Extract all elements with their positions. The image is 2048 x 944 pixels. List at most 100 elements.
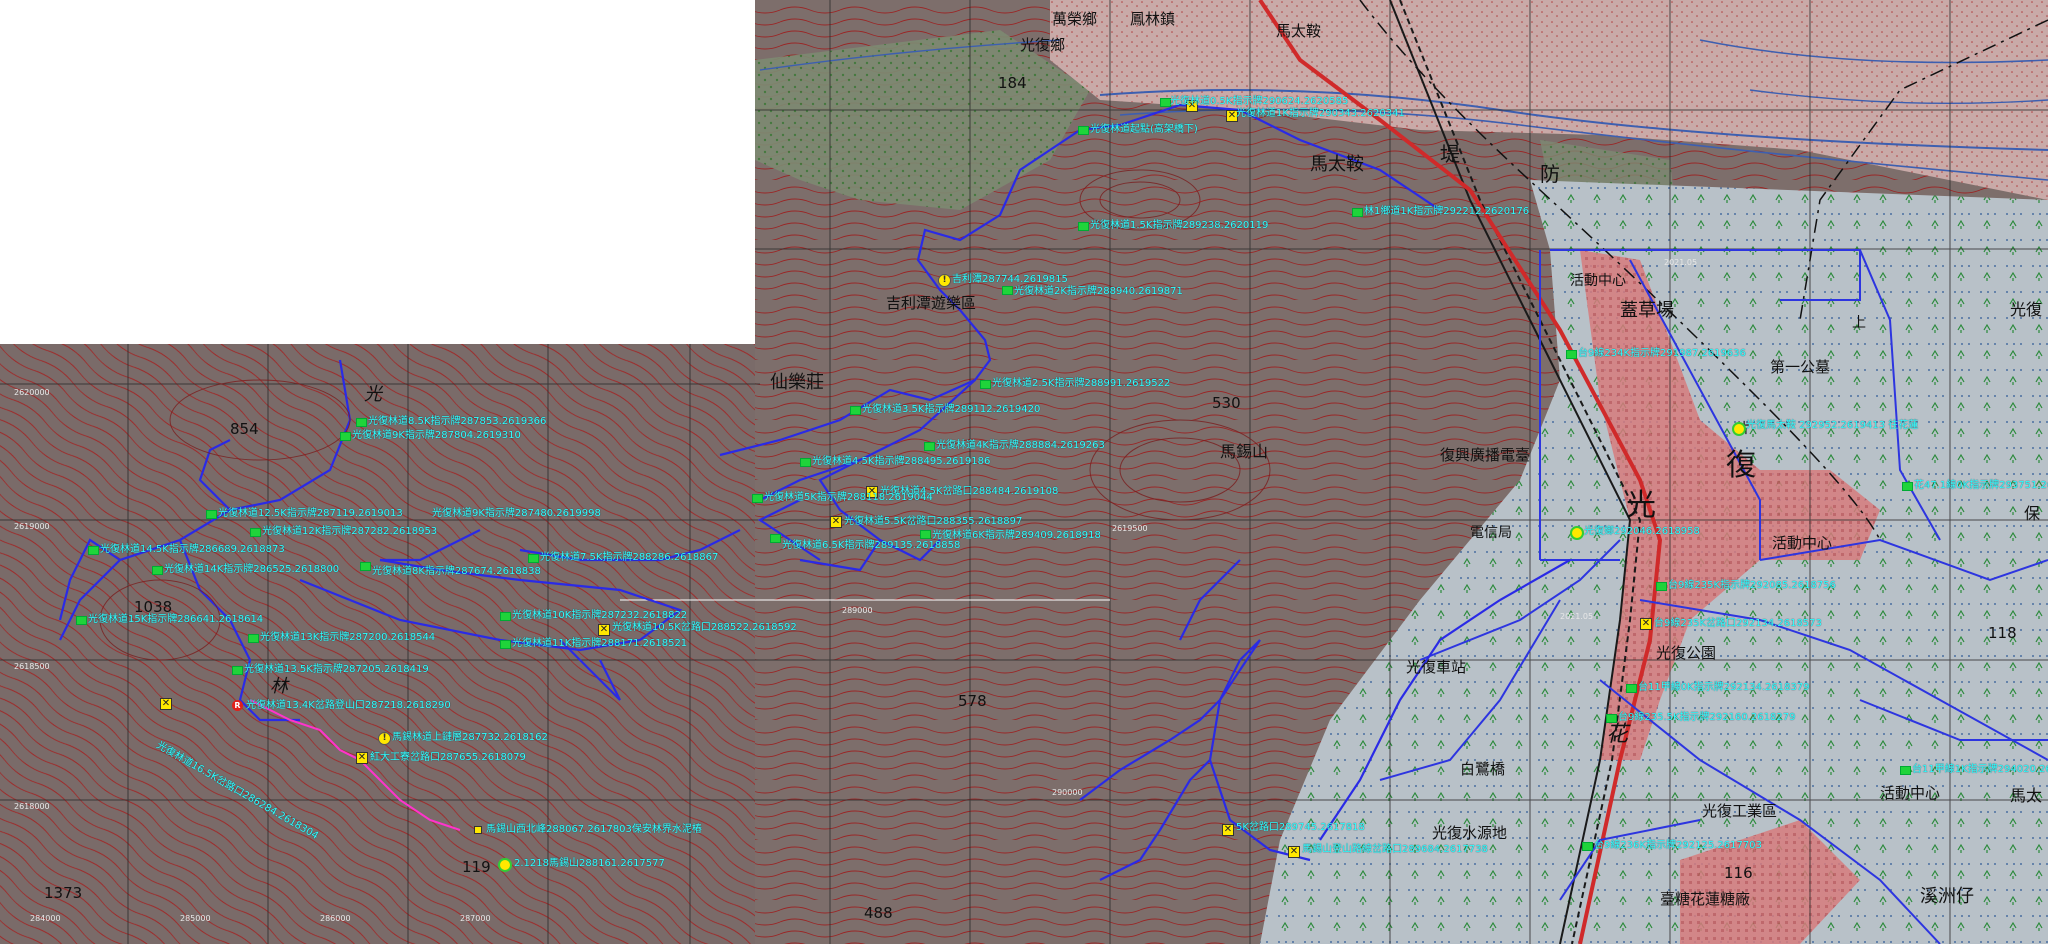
waypoint-label[interactable]: 光復林道15K指示牌286641.2618614 bbox=[88, 614, 263, 625]
signpost-icon[interactable] bbox=[1606, 714, 1617, 723]
signpost-icon[interactable] bbox=[1902, 482, 1913, 491]
signpost-icon[interactable] bbox=[770, 534, 781, 543]
signpost-icon[interactable] bbox=[1002, 286, 1013, 295]
waypoint-label[interactable]: 光復林道13.5K指示牌287205.2618419 bbox=[244, 664, 429, 675]
signpost-icon[interactable] bbox=[88, 546, 99, 555]
waypoint-label[interactable]: 吉利潭287744.2619815 bbox=[952, 274, 1068, 285]
signpost-icon[interactable] bbox=[1566, 350, 1577, 359]
waypoint-label[interactable]: 林1鄉道1K指示牌292212.2620176 bbox=[1364, 206, 1529, 217]
waypoint-label[interactable]: 光復林道7.5K指示牌288286.2618867 bbox=[540, 552, 718, 563]
waypoint-label[interactable]: 光復馬太鞍 292952.2619413 往花蓮 bbox=[1746, 420, 1918, 431]
waypoint-label[interactable]: 光復林道11K指示牌288171.2618521 bbox=[512, 638, 687, 649]
waypoint-label[interactable]: 光復林道1.5K指示牌289238.2620119 bbox=[1090, 220, 1268, 231]
waypoint-label[interactable]: 光復林道8.5K指示牌287853.2619366 bbox=[368, 416, 546, 427]
place-fang: 防 bbox=[1540, 162, 1560, 186]
waypoint-label[interactable]: 紅大工寮岔路口287655.2618079 bbox=[370, 752, 526, 763]
waypoint-label[interactable]: 馬錫山登山路線岔路口289684.2617738 bbox=[1302, 844, 1488, 855]
waypoint-label[interactable]: 5K岔路口289745.2617818 bbox=[1236, 822, 1365, 833]
waypoint-label[interactable]: 光復林道4K指示牌288884.2619263 bbox=[936, 440, 1105, 451]
waypoint-label[interactable]: 光復林道10.5K岔路口288522.2618592 bbox=[612, 622, 797, 633]
signpost-icon[interactable] bbox=[1656, 582, 1667, 591]
waypoint-label[interactable]: 光復林道14K指示牌286525.2618800 bbox=[164, 564, 339, 575]
waypoint-label[interactable]: 馬錫林道上鏈層287732.2618162 bbox=[392, 732, 548, 743]
waypoint-label[interactable]: 台9線234K指示牌291987.2619636 bbox=[1578, 348, 1746, 359]
signpost-icon[interactable] bbox=[76, 616, 87, 625]
elevation-118: 118 bbox=[1988, 624, 2017, 642]
signpost-icon[interactable] bbox=[152, 566, 163, 575]
waypoint-label[interactable]: 光復林道8K指示牌287674.2618838 bbox=[372, 566, 541, 577]
signpost-icon[interactable] bbox=[1582, 842, 1593, 851]
trailhead-icon[interactable]: R bbox=[232, 700, 243, 711]
junction-icon[interactable]: ✕ bbox=[830, 516, 842, 528]
signpost-icon[interactable] bbox=[1078, 126, 1089, 135]
signpost-icon[interactable] bbox=[1078, 222, 1089, 231]
waypoint-label[interactable]: 花47.1線0K指示牌293751.2619135 bbox=[1914, 480, 2048, 491]
triangulation-icon[interactable] bbox=[1570, 526, 1584, 540]
waypoint-label[interactable]: 馬錫山西北峰288067.2617803保安林界水泥樁 bbox=[486, 824, 702, 835]
signpost-icon[interactable] bbox=[528, 554, 539, 563]
info-icon[interactable]: ! bbox=[378, 732, 391, 745]
waypoint-label[interactable]: 台9線235K岔路口292134.2618573 bbox=[1654, 618, 1822, 629]
waypoint-label[interactable]: 光復林道5K指示牌288118.2619044 bbox=[764, 492, 933, 503]
junction-icon[interactable]: ✕ bbox=[160, 698, 172, 710]
waypoint-label[interactable]: 光復林道6.5K指示牌289135.2618858 bbox=[782, 540, 960, 551]
place-di: 堤 bbox=[1440, 142, 1460, 166]
junction-icon[interactable]: ✕ bbox=[598, 624, 610, 636]
waypoint-label[interactable]: 光復林道12.5K指示牌287119.2619013 bbox=[218, 508, 403, 519]
signpost-icon[interactable] bbox=[924, 442, 935, 451]
waypoint-label[interactable]: 光復林道14.5K指示牌286689.2618873 bbox=[100, 544, 285, 555]
signpost-icon[interactable] bbox=[232, 666, 243, 675]
waypoint-label[interactable]: 光復林道起點(高架橋下) bbox=[1090, 124, 1198, 135]
waypoint-label[interactable]: 光復林道0.5K指示牌290624.2620585 bbox=[1170, 96, 1348, 107]
waypoint-label[interactable]: 台9線235K指示牌292085.2618756 bbox=[1668, 580, 1836, 591]
waypoint-label[interactable]: 光復林道2K指示牌288940.2619871 bbox=[1014, 286, 1183, 297]
triangulation-icon[interactable] bbox=[498, 858, 512, 872]
info-icon[interactable]: ! bbox=[938, 274, 951, 287]
grid-label: 2619000 bbox=[14, 522, 50, 531]
junction-icon[interactable]: ✕ bbox=[356, 752, 368, 764]
elevation-116: 116 bbox=[1724, 864, 1753, 882]
signpost-icon[interactable] bbox=[356, 418, 367, 427]
signpost-icon[interactable] bbox=[500, 612, 511, 621]
waypoint-label[interactable]: 光復林道4.5K指示牌288495.2619186 bbox=[812, 456, 990, 467]
signpost-icon[interactable] bbox=[206, 510, 217, 519]
signpost-icon[interactable] bbox=[752, 494, 763, 503]
waypoint-label[interactable]: 台11甲線1K指示牌294020.2618054 bbox=[1912, 764, 2048, 775]
waypoint-label[interactable]: 台11甲線0K指示牌292134.2618379 bbox=[1638, 682, 1810, 693]
place-wanrong: 萬榮鄉 bbox=[1052, 10, 1098, 28]
waypoint-label[interactable]: 光復林道13.4K岔路登山口287218.2618290 bbox=[246, 700, 451, 711]
waypoint-label[interactable]: 光復林道10K指示牌287232.2618822 bbox=[512, 610, 687, 621]
junction-icon[interactable]: ✕ bbox=[1222, 824, 1234, 836]
waypoint-label[interactable]: 光復鄉292046.2618958 bbox=[1584, 526, 1700, 537]
waypoint-label[interactable]: 光復林道2.5K指示牌288991.2619522 bbox=[992, 378, 1170, 389]
waypoint-label[interactable]: 光復林道9K指示牌287480.2619998 bbox=[432, 508, 601, 519]
grid-label: 290000 bbox=[1052, 788, 1083, 797]
waypoint-label[interactable]: 台9線236K指示牌292125.2617703 bbox=[1594, 840, 1762, 851]
junction-icon[interactable]: ✕ bbox=[1288, 846, 1300, 858]
waypoint-label[interactable]: 光復林道1K指示牌290343.2620341 bbox=[1236, 108, 1405, 119]
waypoint-label[interactable]: 光復林道5.5K岔路口288355.2618897 bbox=[844, 516, 1022, 527]
waypoint-label[interactable]: 光復林道9K指示牌287804.2619310 bbox=[352, 430, 521, 441]
waypoint-label[interactable]: 台9線235.5K指示牌292160.2618279 bbox=[1618, 712, 1795, 723]
signpost-icon[interactable] bbox=[248, 634, 259, 643]
peak-icon[interactable] bbox=[474, 826, 482, 834]
waypoint-label[interactable]: 光復林道13K指示牌287200.2618544 bbox=[260, 632, 435, 643]
signpost-icon[interactable] bbox=[800, 458, 811, 467]
signpost-icon[interactable] bbox=[1626, 684, 1637, 693]
elevation-1373: 1373 bbox=[44, 884, 83, 902]
signpost-icon[interactable] bbox=[980, 380, 991, 389]
signpost-icon[interactable] bbox=[500, 640, 511, 649]
signpost-icon[interactable] bbox=[250, 528, 261, 537]
waypoint-label[interactable]: 光復林道3.5K指示牌289112.2619420 bbox=[862, 404, 1040, 415]
waypoint-label[interactable]: 2.1218馬錫山288161.2617577 bbox=[514, 858, 665, 869]
grid-label: 286000 bbox=[320, 914, 351, 923]
signpost-icon[interactable] bbox=[1900, 766, 1911, 775]
signpost-icon[interactable] bbox=[850, 406, 861, 415]
signpost-icon[interactable] bbox=[1352, 208, 1363, 217]
triangulation-icon[interactable] bbox=[1732, 422, 1746, 436]
waypoint-label[interactable]: 光復林道12K指示牌287282.2618953 bbox=[262, 526, 437, 537]
signpost-icon[interactable] bbox=[340, 432, 351, 441]
signpost-icon[interactable] bbox=[920, 530, 931, 539]
junction-icon[interactable]: ✕ bbox=[1640, 618, 1652, 630]
signpost-icon[interactable] bbox=[360, 562, 371, 571]
